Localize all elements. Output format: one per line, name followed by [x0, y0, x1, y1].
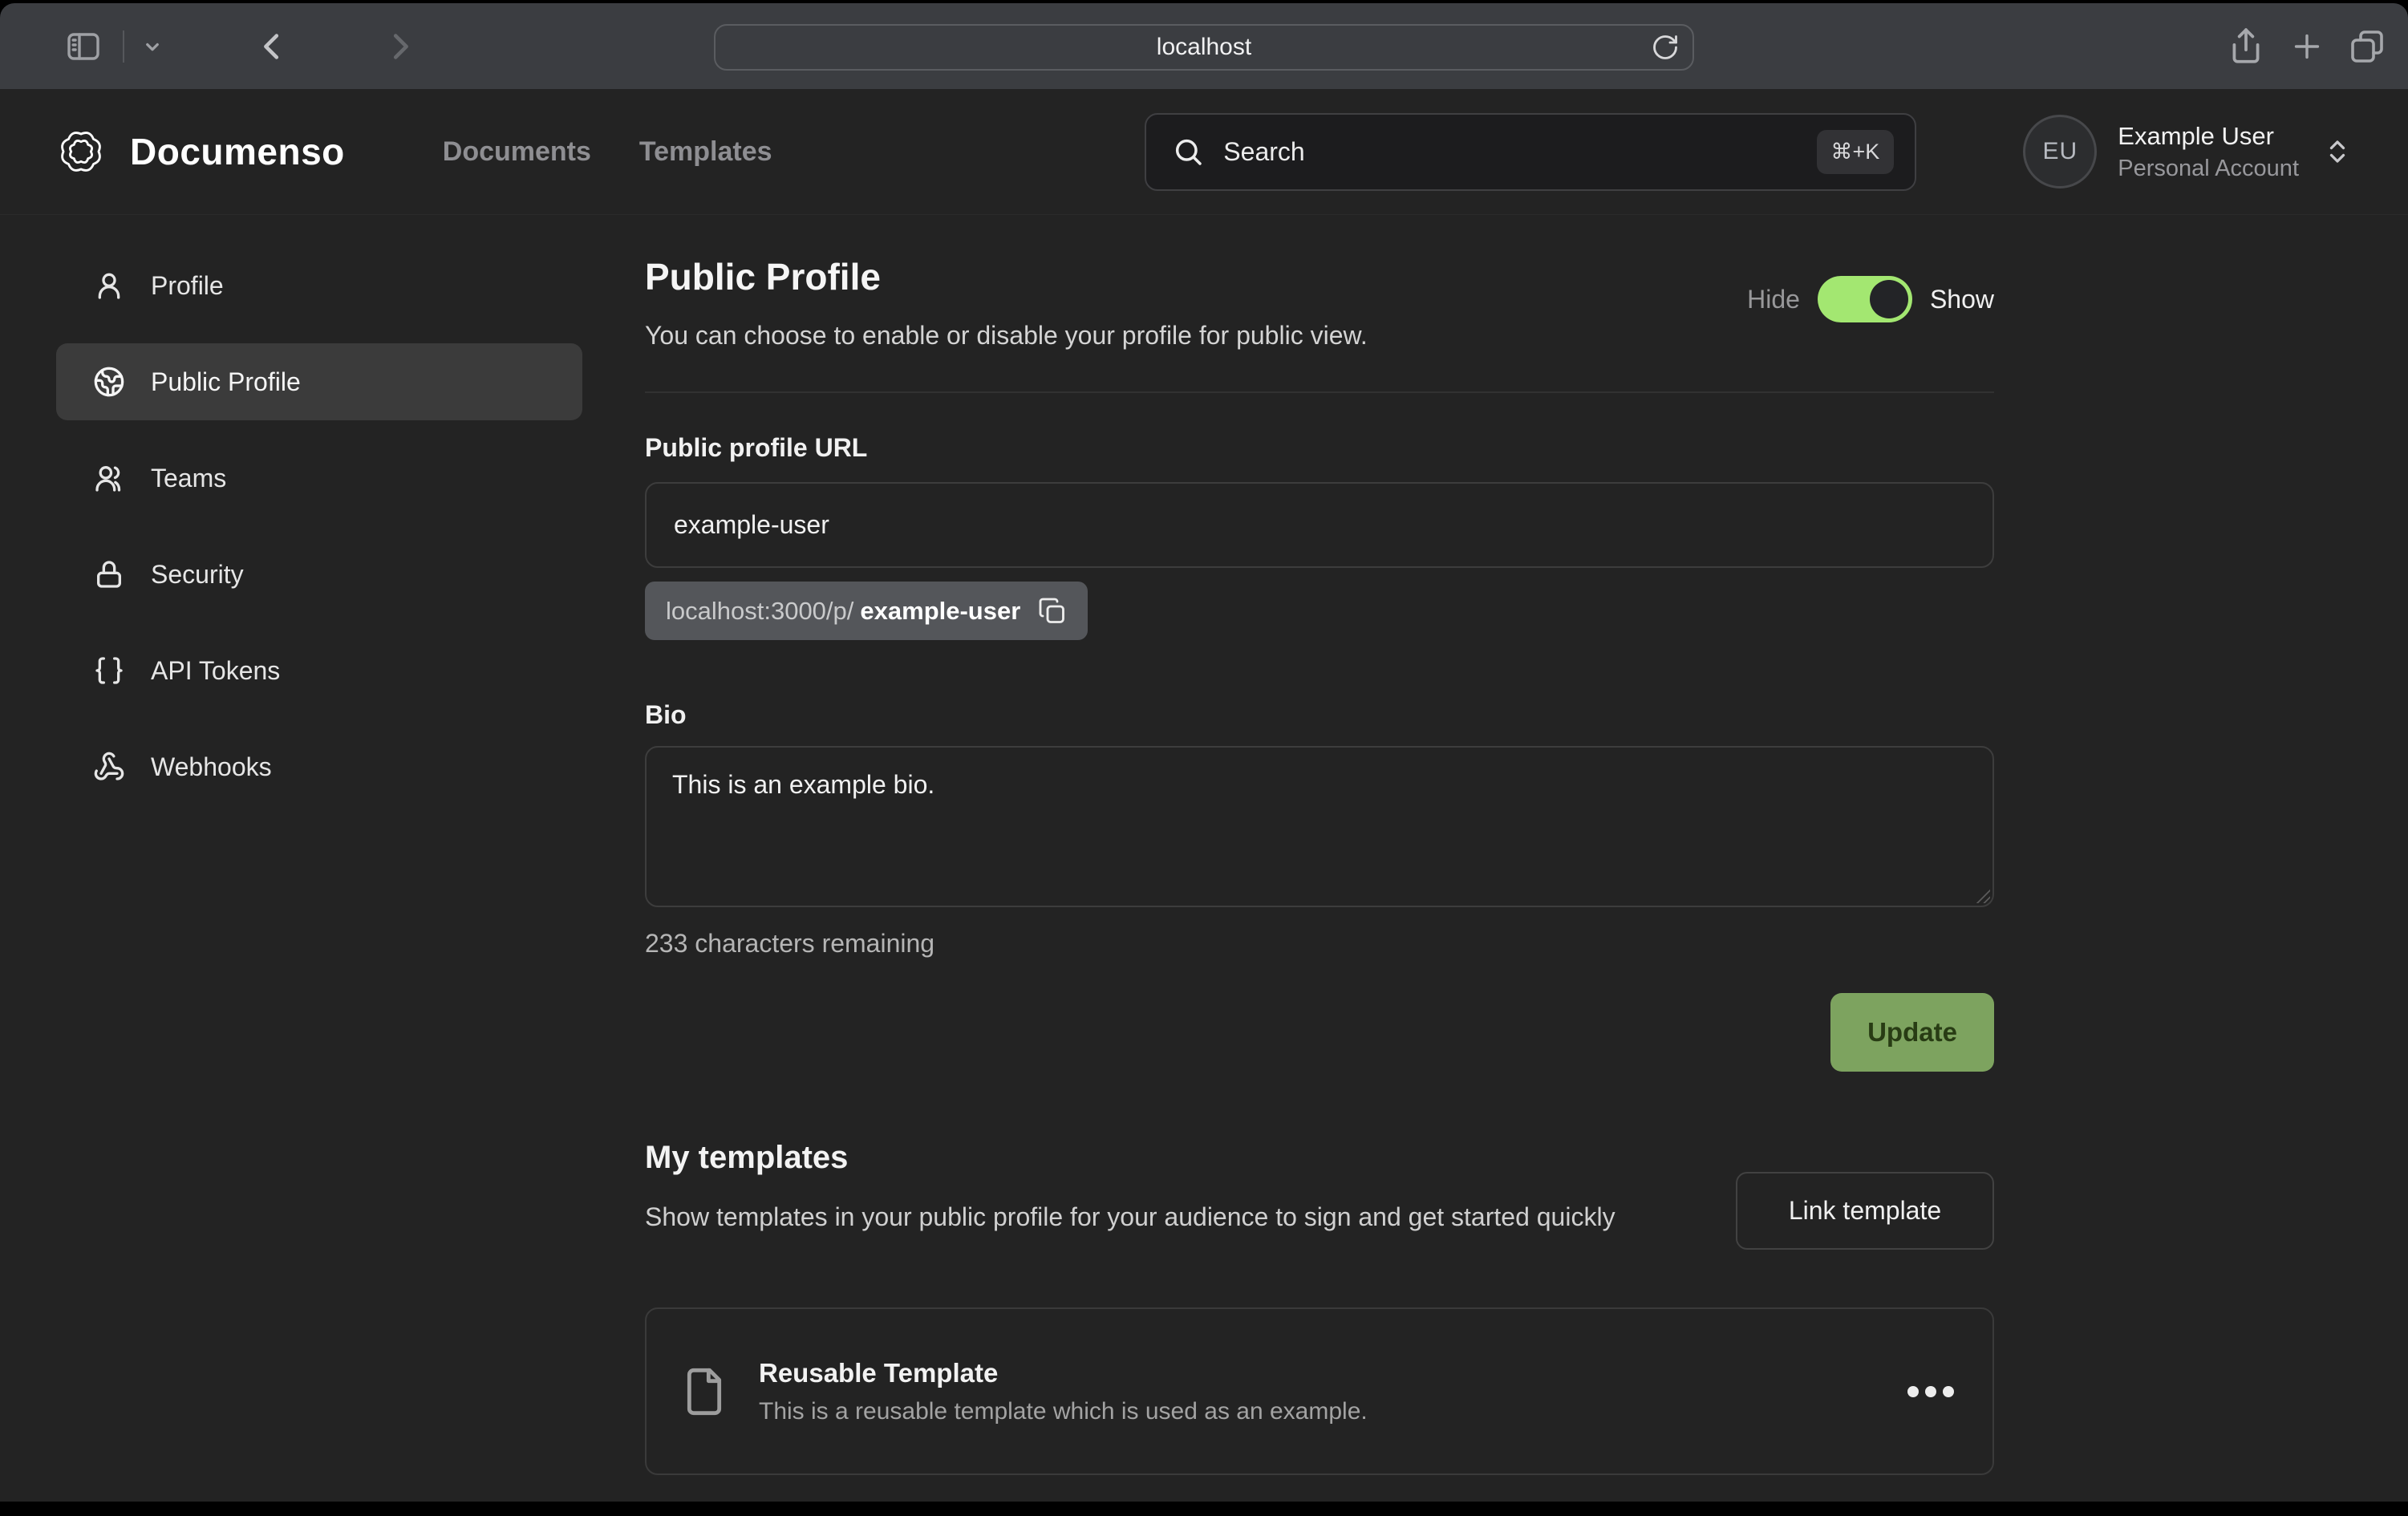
profile-url-label: Public profile URL: [645, 432, 1994, 464]
file-icon: [679, 1366, 730, 1417]
update-button[interactable]: Update: [1830, 993, 1994, 1072]
templates-title: My templates: [645, 1137, 1615, 1178]
browser-window: localhost Documenso: [0, 0, 2408, 1516]
lock-icon: [93, 558, 125, 590]
account-name: Example User: [2118, 122, 2299, 151]
templates-description: Show templates in your public profile fo…: [645, 1198, 1615, 1236]
back-button-icon[interactable]: [254, 28, 291, 65]
template-card-text: Reusable Template This is a reusable tem…: [759, 1358, 1368, 1425]
ellipsis-icon: [1904, 1382, 1957, 1401]
template-description: This is a reusable template which is use…: [759, 1398, 1368, 1425]
account-type: Personal Account: [2118, 156, 2299, 182]
tab-overview-icon[interactable]: [2348, 27, 2386, 66]
documenso-app: Documenso Documents Templates Search ⌘+K…: [0, 89, 2408, 1502]
sidebar-toggle-icon[interactable]: [60, 27, 107, 66]
visibility-toggle-row: Hide Show: [1747, 276, 1994, 322]
bio-field-wrap: This is an example bio.: [645, 746, 1994, 907]
users-icon: [93, 462, 125, 494]
template-name: Reusable Template: [759, 1358, 1368, 1388]
browser-toolbar: localhost: [0, 3, 2408, 89]
nav-documents[interactable]: Documents: [443, 136, 591, 168]
page-head: Public Profile You can choose to enable …: [645, 255, 1994, 351]
copy-icon[interactable]: [1038, 597, 1067, 626]
profile-url-input[interactable]: [645, 482, 1994, 568]
brand[interactable]: Documenso: [56, 127, 345, 176]
globe-icon: [93, 366, 125, 398]
sidebar-item-public-profile[interactable]: Public Profile: [56, 343, 582, 420]
top-nav: Documents Templates: [443, 136, 772, 168]
profile-url-preview[interactable]: localhost:3000/p/ example-user: [645, 582, 1088, 640]
templates-header: My templates Show templates in your publ…: [645, 1137, 1994, 1250]
template-actions-button[interactable]: [1904, 1382, 1957, 1401]
page-subtitle: You can choose to enable or disable your…: [645, 319, 1994, 351]
account-text: Example User Personal Account: [2118, 122, 2299, 182]
url-prefix: localhost:3000/p/: [666, 597, 853, 626]
link-template-button[interactable]: Link template: [1736, 1172, 1994, 1250]
bio-label: Bio: [645, 699, 1994, 731]
avatar: EU: [2023, 115, 2097, 188]
sidebar-item-teams[interactable]: Teams: [56, 440, 582, 517]
url-slug: example-user: [860, 597, 1020, 626]
toggle-knob: [1870, 280, 1908, 318]
settings-layout: Profile Public Profile Teams Security AP…: [0, 215, 2408, 1502]
profile-visibility-toggle[interactable]: [1818, 276, 1912, 322]
sidebar-menu-chevron-icon[interactable]: [140, 34, 164, 59]
bio-textarea[interactable]: This is an example bio.: [645, 746, 1994, 907]
nav-templates[interactable]: Templates: [639, 136, 772, 168]
search-shortcut-badge: ⌘+K: [1817, 130, 1895, 174]
template-card[interactable]: Reusable Template This is a reusable tem…: [645, 1307, 1994, 1475]
chevrons-up-down-icon: [2323, 137, 2352, 166]
public-profile-panel: Public Profile You can choose to enable …: [645, 215, 1994, 1502]
account-menu[interactable]: EU Example User Personal Account: [2023, 115, 2352, 188]
braces-icon: [93, 655, 125, 687]
browser-window-controls: [2226, 3, 2386, 89]
characters-remaining: 233 characters remaining: [645, 927, 1994, 959]
new-tab-icon[interactable]: [2288, 28, 2325, 65]
user-icon: [93, 270, 125, 302]
templates-header-text: My templates Show templates in your publ…: [645, 1137, 1615, 1250]
toggle-hide-label: Hide: [1747, 285, 1800, 314]
section-divider: [645, 391, 1994, 393]
documenso-logo-icon: [56, 127, 106, 176]
reload-icon[interactable]: [1651, 33, 1680, 62]
forward-button-icon[interactable]: [381, 28, 418, 65]
sidebar-item-security[interactable]: Security: [56, 536, 582, 613]
brand-name: Documenso: [130, 130, 345, 173]
address-bar-url: localhost: [1157, 34, 1251, 61]
settings-sidebar: Profile Public Profile Teams Security AP…: [56, 215, 582, 1502]
search-input[interactable]: Search ⌘+K: [1145, 113, 1916, 191]
toggle-show-label: Show: [1930, 285, 1994, 314]
app-header: Documenso Documents Templates Search ⌘+K…: [0, 89, 2408, 215]
browser-nav-controls: [60, 3, 418, 89]
search-icon: [1172, 136, 1204, 168]
webhook-icon: [93, 751, 125, 783]
update-row: Update: [645, 993, 1994, 1072]
sidebar-item-profile[interactable]: Profile: [56, 247, 582, 324]
search-placeholder: Search: [1223, 137, 1304, 167]
sidebar-item-webhooks[interactable]: Webhooks: [56, 728, 582, 805]
share-icon[interactable]: [2226, 25, 2266, 68]
address-bar[interactable]: localhost: [714, 24, 1694, 71]
sidebar-item-api-tokens[interactable]: API Tokens: [56, 632, 582, 709]
toolbar-divider: [123, 30, 124, 63]
